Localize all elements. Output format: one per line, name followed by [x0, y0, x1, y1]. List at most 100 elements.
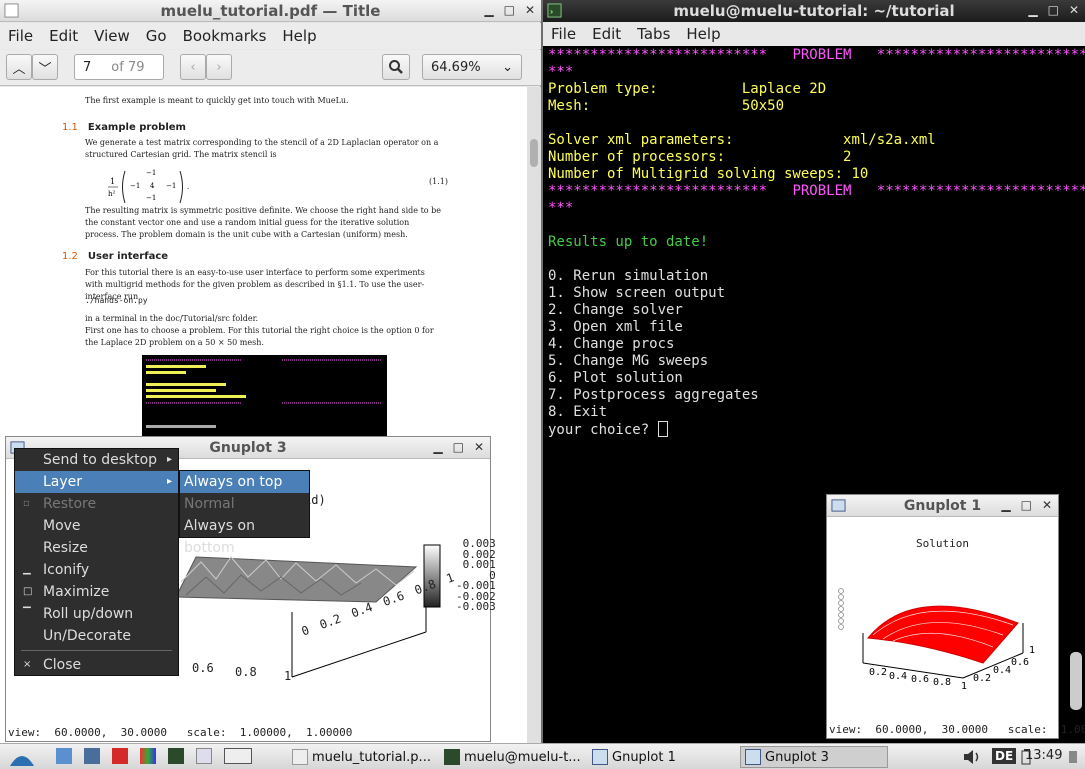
menu-help[interactable]: Help — [274, 27, 324, 45]
close-icon[interactable]: ✕ — [474, 440, 484, 454]
task-pdf[interactable]: muelu_tutorial.p... — [288, 746, 438, 768]
window-context-menu: Send to desktop ▸ Layer ▸ ▫ Restore Move Resize… — [14, 448, 179, 676]
context-menu-item-resize[interactable]: Resize — [15, 537, 178, 559]
problem-type-label: Problem type: — [548, 81, 658, 97]
prompt: your choice? — [548, 422, 650, 438]
svg-text:0.4: 0.4 — [993, 665, 1011, 676]
menu-item-icon: ▫ — [23, 498, 30, 509]
svg-text:4: 4 — [150, 182, 155, 190]
gnuplot-1-title-bar[interactable]: Gnuplot 1 ▁ □ ✕ — [827, 495, 1058, 517]
context-menu-item-un-decorate[interactable]: Un/Decorate — [15, 625, 178, 647]
menu-item-icon: ▔ — [23, 608, 31, 619]
svg-text:h²: h² — [108, 190, 116, 198]
equation-image: 1 h² −1 −1 4 −1 −1 . — [108, 169, 189, 204]
terminal-menubar: File Edit Tabs Help — [543, 22, 1085, 46]
close-icon[interactable]: ✕ — [1042, 498, 1052, 512]
terminal-menu-file[interactable]: File — [543, 25, 584, 43]
page-down-button[interactable]: ﹀ — [32, 54, 58, 80]
context-menu-item-move[interactable]: Move — [15, 515, 178, 537]
forward-button[interactable]: › — [206, 54, 232, 80]
surface-plot-1[interactable]: 0.2 0.4 0.6 0.8 10.20.40.61 — [833, 583, 1053, 703]
minimize-icon[interactable]: ▁ — [1028, 3, 1037, 17]
context-menu-item-close[interactable]: × Close — [15, 654, 178, 676]
pdf-reader-icon[interactable] — [112, 748, 128, 764]
pdf-task-icon — [292, 749, 308, 765]
menu-item-icon: □ — [23, 586, 33, 597]
task-terminal[interactable]: muelu@muelu-t... — [440, 746, 585, 768]
menu-item-label: Restore — [43, 496, 97, 512]
stars-right: ************************** — [876, 47, 1085, 63]
cursor[interactable] — [657, 421, 668, 437]
maximize-icon[interactable]: □ — [1021, 498, 1032, 512]
sweeps-value: 10 — [851, 166, 869, 182]
option-show-output: 1. Show screen output — [548, 285, 726, 301]
svg-text:0.8: 0.8 — [933, 677, 951, 688]
minimize-icon[interactable]: ▁ — [484, 3, 493, 17]
svg-text:0.2: 0.2 — [973, 673, 991, 684]
terminal-menu-edit[interactable]: Edit — [584, 25, 629, 43]
zoom-select[interactable]: 64.69% ⌄ — [422, 54, 522, 80]
menu-bookmarks[interactable]: Bookmarks — [175, 27, 275, 45]
context-menu-item-roll-up-down[interactable]: ▔ Roll up/down — [15, 603, 178, 625]
terminal-output[interactable]: ************************** PROBLEM *****… — [548, 47, 1085, 439]
network-icon[interactable] — [84, 748, 100, 764]
context-menu-item-send-to-desktop[interactable]: Send to desktop ▸ — [15, 449, 178, 471]
window-icon[interactable] — [196, 748, 212, 764]
terminal-menu-tabs[interactable]: Tabs — [629, 25, 678, 43]
file-manager-icon[interactable] — [56, 748, 72, 764]
solver-label: Solver xml parameters: — [548, 132, 734, 148]
keyboard-layout[interactable]: DE — [992, 748, 1017, 764]
context-menu-item-layer[interactable]: Layer ▸ — [15, 471, 178, 493]
option-exit: 8. Exit — [548, 404, 608, 420]
terminal-menu-help[interactable]: Help — [678, 25, 728, 43]
menu-item-label: Roll up/down — [43, 606, 134, 622]
chevron-down-icon: ﹀ — [38, 61, 52, 77]
option-change-sweeps: 5. Change MG sweeps — [548, 353, 709, 369]
menu-edit[interactable]: Edit — [41, 27, 86, 45]
pdf-scrollbar[interactable] — [527, 87, 541, 743]
clock[interactable]: 13:49 — [1025, 748, 1062, 763]
task-gnuplot-3[interactable]: Gnuplot 3 — [740, 746, 888, 768]
back-button[interactable]: ‹ — [180, 54, 206, 80]
close-icon[interactable]: ✕ — [525, 3, 535, 17]
maximize-icon[interactable]: □ — [504, 3, 515, 17]
maximize-icon[interactable]: □ — [453, 440, 464, 454]
stars-left-2: ************************** — [548, 183, 768, 199]
office-icon[interactable] — [140, 748, 156, 764]
menu-file[interactable]: File — [0, 27, 41, 45]
x-tick-08: 0.8 — [235, 665, 257, 679]
solver-value: xml/s2a.xml — [843, 132, 936, 148]
menu-item-icon: ▁ — [23, 564, 31, 575]
menu-go[interactable]: Go — [138, 27, 175, 45]
command-text: ./hands-on.py — [85, 296, 148, 305]
chevron-left-icon: ‹ — [190, 59, 196, 75]
procs-label: Number of processors: — [548, 149, 726, 165]
terminal-scroll-thumb[interactable] — [1070, 652, 1082, 710]
context-menu-item-iconify[interactable]: ▁ Iconify — [15, 559, 178, 581]
minimize-icon[interactable]: ▁ — [433, 440, 442, 454]
layer-option-always-on-top[interactable]: Always on top — [180, 471, 309, 493]
task-gnuplot-1[interactable]: Gnuplot 1 — [588, 746, 736, 768]
page-total: of 79 — [111, 59, 145, 75]
layer-option-always-on-bottom[interactable]: Always on bottom — [180, 515, 309, 556]
pdf-title-bar[interactable]: muelu_tutorial.pdf — Title ▁ □ ✕ — [0, 0, 541, 22]
close-icon[interactable]: ✕ — [1069, 3, 1079, 17]
volume-icon[interactable] — [962, 749, 982, 765]
pdf-scroll-thumb[interactable] — [530, 139, 538, 167]
terminal-launch-icon[interactable] — [168, 748, 184, 764]
page-number-field[interactable]: 7 of 79 — [74, 54, 164, 80]
search-button[interactable] — [382, 54, 410, 80]
maximize-icon[interactable]: □ — [1048, 3, 1059, 17]
terminal-title-bar[interactable]: › muelu@muelu-tutorial: ~/tutorial ▁ □ ✕ — [543, 0, 1085, 22]
desktop-pager-icon[interactable] — [224, 748, 252, 764]
section-2-text-2: in a terminal in the doc/Tutorial/src fo… — [85, 314, 259, 323]
svg-text:1: 1 — [110, 177, 115, 186]
minimize-icon[interactable]: ▁ — [1001, 498, 1010, 512]
context-menu-item-maximize[interactable]: □ Maximize — [15, 581, 178, 603]
start-menu-icon[interactable] — [8, 746, 36, 768]
page-up-button[interactable]: ︿ — [6, 54, 32, 80]
page-number-value: 7 — [83, 59, 92, 75]
menu-view[interactable]: View — [86, 27, 138, 45]
power-icon[interactable] — [1066, 749, 1080, 765]
pdf-app-icon — [4, 3, 19, 18]
